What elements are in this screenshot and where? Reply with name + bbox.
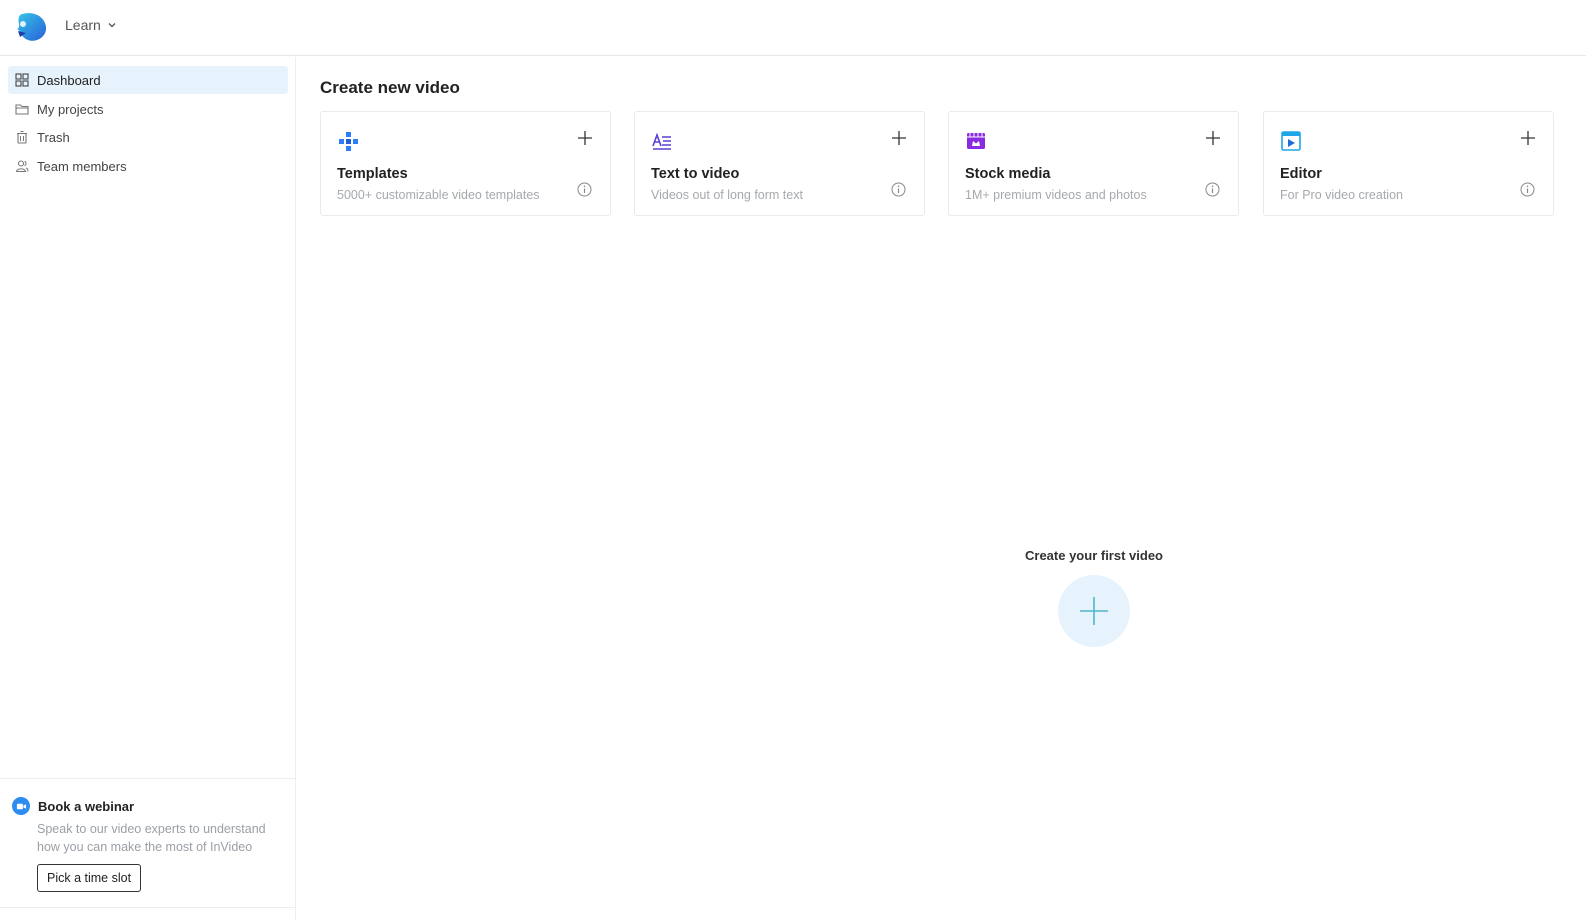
card-title: Stock media (965, 166, 1051, 182)
add-icon (892, 131, 906, 145)
sidebar-item-trash[interactable]: Trash (8, 123, 288, 151)
card-title: Text to video (651, 166, 740, 182)
empty-state-label: Create your first video (1025, 548, 1163, 563)
sidebar-item-label: Team members (37, 158, 127, 174)
video-camera-icon (12, 797, 30, 815)
webinar-description: Speak to our video experts to understand… (37, 822, 266, 854)
templates-icon (337, 130, 359, 152)
page-title: Create new video (320, 78, 460, 97)
info-icon[interactable] (1520, 182, 1535, 197)
card-subtitle: 5000+ customizable video templates (337, 188, 540, 202)
top-bar: Learn (0, 0, 1586, 56)
text-to-video-icon (651, 130, 673, 152)
card-title: Editor (1280, 166, 1322, 182)
pick-time-slot-button[interactable]: Pick a time slot (37, 864, 142, 892)
editor-card[interactable]: Editor For Pro video creation (1263, 111, 1554, 216)
text-to-video-card[interactable]: Text to video Videos out of long form te… (634, 111, 925, 216)
info-icon[interactable] (577, 182, 592, 197)
card-subtitle: 1M+ premium videos and photos (965, 188, 1147, 202)
grid-icon (14, 73, 29, 88)
card-subtitle: Videos out of long form text (651, 188, 803, 202)
invideo-logo[interactable] (14, 11, 48, 43)
sidebar-item-dashboard[interactable]: Dashboard (8, 66, 288, 94)
plus-icon (1080, 597, 1108, 625)
folder-icon (14, 102, 29, 117)
sidebar-item-my-projects[interactable]: My projects (8, 95, 288, 123)
templates-card[interactable]: Templates 5000+ customizable video templ… (320, 111, 611, 216)
sidebar-item-label: Dashboard (37, 72, 101, 88)
add-icon (1206, 131, 1220, 145)
learn-label: Learn (65, 17, 101, 33)
sidebar-item-label: My projects (37, 101, 104, 117)
sidebar: Dashboard My projects Trash Team members… (0, 57, 296, 920)
chevron-down-icon (108, 23, 116, 28)
webinar-panel: Book a webinar Speak to our video expert… (0, 778, 295, 908)
card-subtitle: For Pro video creation (1280, 188, 1403, 202)
add-icon (578, 131, 592, 145)
info-icon[interactable] (891, 182, 906, 197)
sidebar-item-team-members[interactable]: Team members (8, 152, 288, 180)
users-icon (14, 159, 29, 174)
trash-icon (14, 130, 29, 145)
stock-media-card[interactable]: Stock media 1M+ premium videos and photo… (948, 111, 1239, 216)
add-icon (1521, 131, 1535, 145)
learn-dropdown[interactable]: Learn (65, 17, 117, 33)
create-first-video-button[interactable] (1058, 575, 1130, 647)
webinar-title: Book a webinar (38, 798, 135, 814)
webinar-heading: Book a webinar (12, 797, 134, 815)
sidebar-item-label: Trash (37, 129, 70, 145)
card-title: Templates (337, 166, 408, 182)
stock-media-icon (965, 130, 987, 152)
editor-icon (1280, 130, 1302, 152)
info-icon[interactable] (1205, 182, 1220, 197)
